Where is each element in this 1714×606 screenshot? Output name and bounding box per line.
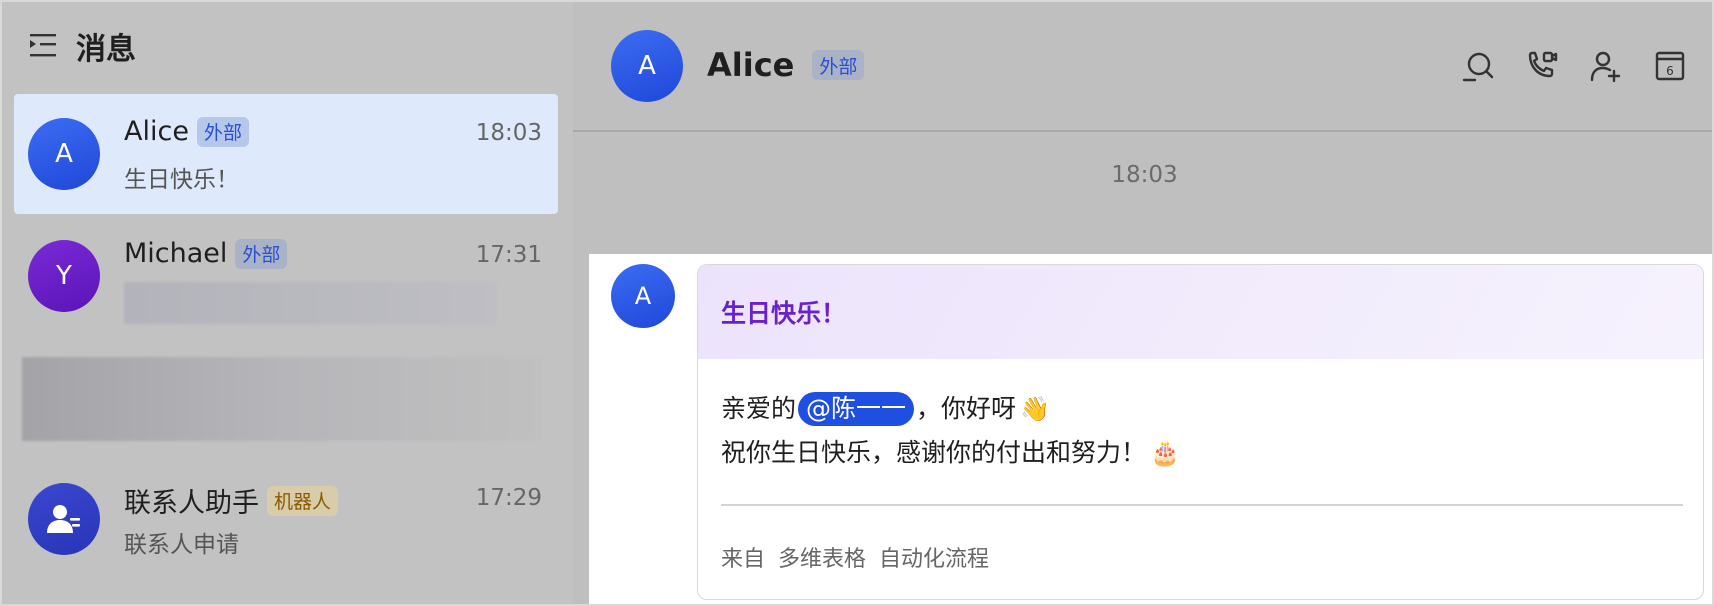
chat-title: Alice — [707, 46, 795, 84]
search-chat-icon[interactable] — [1458, 46, 1498, 86]
sidebar-title: 消息 — [76, 32, 136, 67]
conversation-time: 17:31 — [475, 242, 542, 268]
message-line-1: 亲爱的 @陈一一 ，你好呀 👋 — [721, 387, 1680, 431]
card-header: 生日快乐！ — [698, 265, 1703, 359]
bot-badge: 机器人 — [267, 485, 339, 516]
card-title: 生日快乐！ — [721, 299, 847, 328]
conversation-sidebar: 消息 A Alice 外部 18:03 生日快乐！ Y Michael 外部 1… — [2, 2, 573, 604]
message-avatar[interactable]: A — [611, 264, 675, 328]
conversation-time: 17:29 — [475, 485, 542, 511]
external-badge: 外部 — [812, 50, 865, 80]
avatar-letter: A — [55, 139, 73, 169]
avatar: A — [28, 118, 100, 190]
chat-avatar[interactable]: A — [611, 30, 683, 102]
wave-emoji: 👋 — [1020, 395, 1050, 423]
conversation-preview: 生日快乐！ — [124, 167, 239, 193]
conversation-name-row: Michael 外部 — [124, 238, 288, 269]
chat-header: A Alice 外部 6 — [573, 2, 1712, 132]
video-call-icon[interactable] — [1522, 46, 1562, 86]
indent-list-icon[interactable] — [28, 31, 58, 61]
add-member-icon[interactable] — [1586, 46, 1626, 86]
time-separator: 18:03 — [1111, 162, 1178, 188]
mention-chip[interactable]: @陈一一 — [798, 392, 915, 426]
message-list: A 生日快乐！ 亲爱的 @陈一一 ，你好呀 👋 祝你生日快乐，感谢你的付出和努力… — [589, 254, 1712, 604]
footer-source-link[interactable]: 多维表格 — [778, 547, 866, 572]
wish-text: 祝你生日快乐，感谢你的付出和努力！ — [721, 438, 1147, 467]
avatar: Y — [28, 240, 100, 312]
calendar-day: 6 — [1666, 64, 1674, 78]
footer-automation: 自动化流程 — [879, 547, 990, 572]
chat-header-actions: 6 — [1434, 46, 1690, 86]
card-footer: 来自 多维表格 自动化流程 — [721, 541, 995, 573]
avatar-letter: Y — [56, 261, 72, 291]
avatar — [28, 483, 100, 555]
conversation-item-contact-assistant[interactable]: 联系人助手 机器人 17:29 联系人申请 — [14, 459, 558, 579]
conversation-name-row: Alice 外部 — [124, 116, 249, 147]
conversation-name: 联系人助手 — [124, 488, 259, 519]
app-window: 消息 A Alice 外部 18:03 生日快乐！ Y Michael 外部 1… — [0, 0, 1714, 606]
conversation-time: 18:03 — [475, 120, 542, 146]
blurred-preview — [124, 282, 496, 324]
avatar-letter: A — [638, 51, 656, 81]
conversation-item-alice[interactable]: A Alice 外部 18:03 生日快乐！ — [14, 94, 558, 214]
message-card[interactable]: 生日快乐！ 亲爱的 @陈一一 ，你好呀 👋 祝你生日快乐，感谢你的付出和努力！ … — [697, 264, 1704, 600]
chat-title-row: Alice 外部 — [707, 46, 865, 84]
conversation-preview: 联系人申请 — [124, 532, 239, 558]
external-badge: 外部 — [235, 238, 288, 269]
greeting-suffix: ，你好呀 — [916, 394, 1017, 423]
footer-from: 来自 — [721, 547, 766, 572]
conversation-name-row: 联系人助手 机器人 — [124, 481, 339, 520]
chat-panel: A Alice 外部 6 18:03 A 生日快乐！ 亲爱的 @陈一一 ，你好呀… — [573, 2, 1712, 604]
external-badge: 外部 — [196, 116, 249, 147]
conversation-item-michael[interactable]: Y Michael 外部 17:31 — [14, 216, 558, 336]
blurred-conversation-item — [22, 357, 542, 441]
greeting-prefix: 亲爱的 — [721, 394, 797, 423]
avatar-letter: A — [634, 282, 652, 310]
sidebar-header: 消息 — [28, 26, 136, 67]
contact-person-icon — [47, 505, 80, 533]
conversation-name: Michael — [124, 238, 228, 269]
message-line-2: 祝你生日快乐，感谢你的付出和努力！ 🎂 — [721, 431, 1680, 475]
calendar-icon[interactable]: 6 — [1650, 46, 1690, 86]
cake-emoji: 🎂 — [1150, 439, 1180, 467]
conversation-name: Alice — [124, 116, 189, 147]
card-body: 亲爱的 @陈一一 ，你好呀 👋 祝你生日快乐，感谢你的付出和努力！ 🎂 — [698, 359, 1703, 475]
card-divider — [721, 504, 1683, 506]
